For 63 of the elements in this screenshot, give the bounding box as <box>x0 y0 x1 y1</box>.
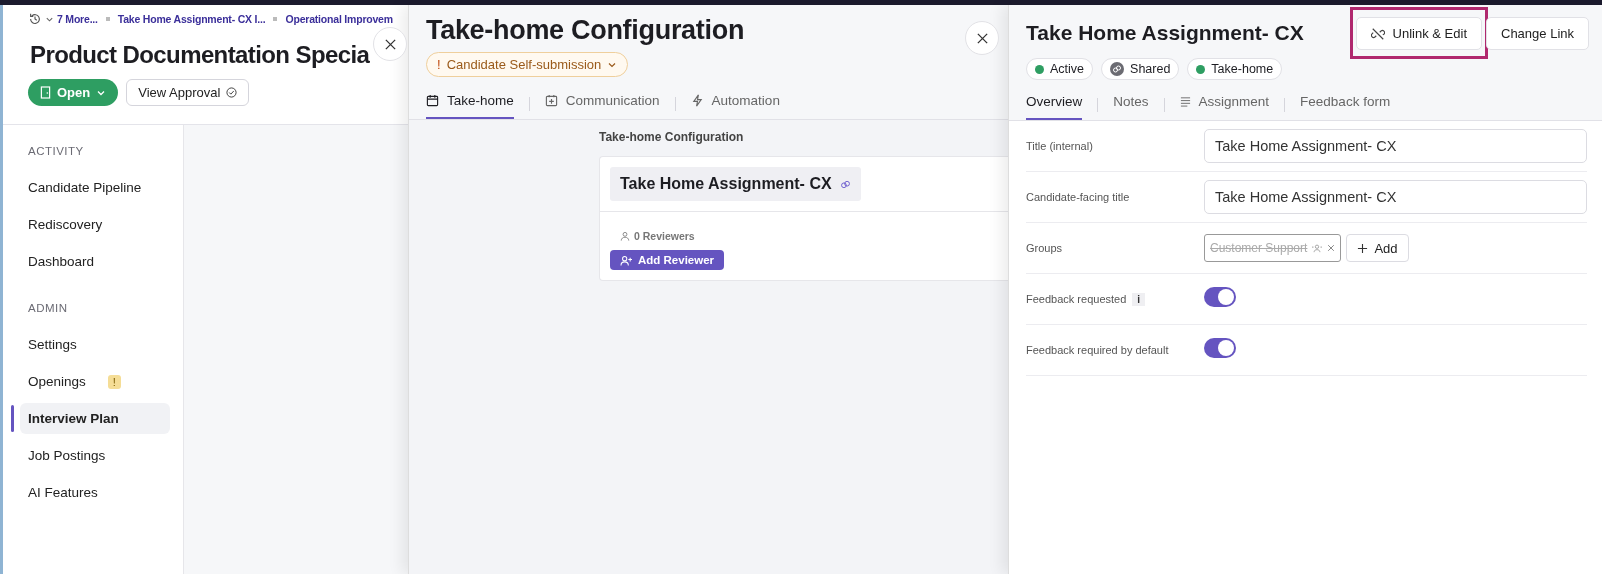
view-approval-button[interactable]: View Approval <box>126 79 250 106</box>
add-reviewer-button[interactable]: Add Reviewer <box>610 250 725 270</box>
toggle-switch[interactable] <box>1204 338 1236 358</box>
sidebar-item[interactable]: Openings <box>20 366 94 397</box>
broken-link-icon <box>1370 26 1385 41</box>
tab[interactable]: Overview <box>1026 89 1083 120</box>
close-icon <box>383 37 397 51</box>
breadcrumb-link[interactable]: Operational Improvem <box>285 13 393 25</box>
sidebar-item[interactable]: Job Postings <box>20 440 170 471</box>
field-label: Title (internal) <box>1026 140 1093 152</box>
status-badge: Take-home <box>1187 58 1283 80</box>
lines-icon <box>1179 96 1191 107</box>
field-label: Groups <box>1026 242 1063 254</box>
status-badge: Active <box>1026 58 1094 80</box>
check-circle-icon <box>226 87 238 98</box>
tab[interactable]: Automation <box>690 89 780 119</box>
breadcrumb-link[interactable]: Take Home Assignment- CX I... <box>117 13 266 25</box>
tab[interactable]: Communication <box>544 89 660 119</box>
sidebar-item[interactable]: Candidate Pipeline <box>20 172 170 203</box>
assignment-title: Take Home Assignment- CX <box>610 167 861 201</box>
history-icon[interactable] <box>28 12 42 26</box>
page-title: Product Documentation Specia <box>30 41 370 69</box>
lightning-icon <box>690 94 704 107</box>
change-link-button[interactable]: Change Link <box>1486 17 1589 50</box>
add-group-button[interactable]: Add <box>1346 234 1409 262</box>
tab[interactable]: Notes <box>1113 89 1149 120</box>
calendar-plus-icon <box>544 94 558 107</box>
info-badge[interactable]: i <box>1132 292 1146 306</box>
add-person-icon <box>620 254 633 266</box>
door-icon <box>40 86 51 99</box>
mode-dropdown[interactable]: ! Candidate Self-submission <box>426 52 629 77</box>
breadcrumb-link[interactable]: 7 More... <box>57 13 98 25</box>
sidebar-item[interactable]: Rediscovery <box>20 209 170 240</box>
input-field[interactable]: Take Home Assignment- CX <box>1204 180 1587 214</box>
sidebar-item[interactable]: Settings <box>20 329 170 360</box>
tab[interactable]: Take-home <box>426 89 514 119</box>
calendar-icon <box>426 94 439 107</box>
field-label: Feedback requested <box>1026 293 1127 305</box>
link-icon <box>839 178 851 190</box>
unlink-edit-button[interactable]: Unlink & Edit <box>1355 17 1482 50</box>
toggle-switch[interactable] <box>1204 287 1236 307</box>
tab[interactable]: Feedback form <box>1300 89 1391 120</box>
status-badge: Shared <box>1101 58 1180 80</box>
warning-badge: ! <box>107 374 121 389</box>
panel-title: Take-home Configuration <box>426 15 745 46</box>
reviewer-count: 0 Reviewers <box>634 230 695 242</box>
section-heading: ACTIVITY <box>27 145 85 157</box>
input-field[interactable]: Take Home Assignment- CX <box>1204 129 1587 163</box>
section-title: Take-home Configuration <box>599 130 745 144</box>
panel-title: Take Home Assignment- CX <box>1026 21 1304 45</box>
sidebar-item[interactable]: AI Features <box>20 477 170 508</box>
close-icon <box>975 31 989 45</box>
sidebar-item[interactable]: Interview Plan <box>20 403 170 434</box>
section-heading: ADMIN <box>27 302 69 314</box>
chip-label: Customer Support <box>1210 241 1308 255</box>
person-icon <box>620 231 630 241</box>
tab[interactable]: Assignment <box>1179 89 1270 120</box>
plus-icon <box>1357 242 1369 254</box>
field-label: Feedback required by default <box>1026 344 1169 356</box>
field-label: Candidate-facing title <box>1026 191 1130 203</box>
sidebar-item[interactable]: Dashboard <box>20 246 170 277</box>
people-icon <box>1312 243 1323 253</box>
remove-icon[interactable] <box>1327 244 1336 252</box>
